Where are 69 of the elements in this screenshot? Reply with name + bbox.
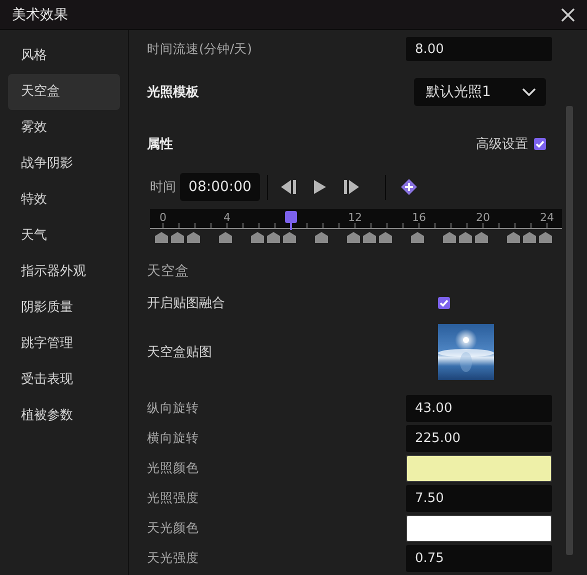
color-swatch[interactable] <box>406 515 552 542</box>
keyframe-marker[interactable] <box>219 232 232 243</box>
keyframe-marker[interactable] <box>523 232 536 243</box>
color-swatch[interactable] <box>406 455 552 482</box>
checkbox[interactable] <box>438 297 450 309</box>
keyframe-marker[interactable] <box>315 232 328 243</box>
sidebar-item[interactable]: 战争阴影 <box>8 146 120 182</box>
chevron-down-icon <box>522 88 536 96</box>
scrollbar[interactable] <box>566 106 573 555</box>
keyframe-marker[interactable] <box>459 232 472 243</box>
sidebar-item[interactable]: 植被参数 <box>8 398 120 434</box>
section-label: 天空盒 <box>147 262 189 280</box>
checkbox-label: 高级设置 <box>476 136 528 153</box>
previous-frame-icon[interactable] <box>280 180 296 194</box>
add-keyframe-icon[interactable] <box>401 179 417 195</box>
checkbox-label: 开启贴图融合 <box>147 295 225 312</box>
sidebar-item[interactable]: 跳字管理 <box>8 326 120 362</box>
field-label: 纵向旋转 <box>147 400 199 417</box>
keyframe-marker[interactable] <box>507 232 520 243</box>
field-label: 光照强度 <box>147 490 199 507</box>
tick-label: 24 <box>540 212 554 224</box>
sidebar-item[interactable]: 受击表现 <box>8 362 120 398</box>
field-label: 天光强度 <box>147 550 199 567</box>
keyframe-marker[interactable] <box>379 232 392 243</box>
field-label: 光照颜色 <box>147 460 199 477</box>
keyframe-marker[interactable] <box>411 232 424 243</box>
next-frame-icon[interactable] <box>344 180 360 194</box>
field-label: 横向旋转 <box>147 430 199 447</box>
input-field[interactable]: 0.75 <box>406 545 552 572</box>
playhead-handle[interactable] <box>284 211 297 230</box>
template-dropdown[interactable]: 默认光照1 <box>414 78 546 106</box>
time-field[interactable]: 08:00:00 <box>180 173 260 201</box>
input-field[interactable]: 7.50 <box>406 485 552 512</box>
tick-label: 20 <box>476 212 490 224</box>
section-label: 属性 <box>147 136 173 153</box>
close-icon[interactable] <box>561 8 575 22</box>
tick-label: 4 <box>224 212 230 224</box>
input-field[interactable]: 8.00 <box>406 37 552 61</box>
keyframe-marker[interactable] <box>443 232 456 243</box>
field-label: 天光颜色 <box>147 520 199 537</box>
window-title: 美术效果 <box>12 6 68 24</box>
sidebar-item[interactable]: 阴影质量 <box>8 290 120 326</box>
keyframe-marker[interactable] <box>475 232 488 243</box>
sidebar-item[interactable]: 指示器外观 <box>8 254 120 290</box>
checkbox[interactable] <box>534 138 546 150</box>
keyframe-marker[interactable] <box>155 232 168 243</box>
keyframe-marker[interactable] <box>283 232 296 243</box>
play-icon[interactable] <box>314 180 326 194</box>
input-field[interactable]: 225.00 <box>406 425 552 452</box>
tick-label: 12 <box>348 212 362 224</box>
sidebar-item[interactable]: 风格 <box>8 38 120 74</box>
sidebar-item[interactable]: 雾效 <box>8 110 120 146</box>
keyframe-marker[interactable] <box>251 232 264 243</box>
field-label: 时间流速(分钟/天) <box>147 40 252 58</box>
keyframe-marker[interactable] <box>187 232 200 243</box>
keyframe-marker[interactable] <box>539 232 552 243</box>
input-field[interactable]: 43.00 <box>406 395 552 422</box>
section-label: 光照模板 <box>147 84 199 101</box>
field-label: 时间 <box>150 179 177 196</box>
tick-label: 0 <box>160 212 166 224</box>
keyframe-marker[interactable] <box>347 232 360 243</box>
sidebar-item[interactable]: 特效 <box>8 182 120 218</box>
tick-label: 16 <box>412 212 426 224</box>
sidebar-item[interactable]: 天气 <box>8 218 120 254</box>
keyframe-marker[interactable] <box>267 232 280 243</box>
field-label: 天空盒贴图 <box>147 344 212 361</box>
sidebar-item[interactable]: 天空盒 <box>8 74 120 110</box>
keyframe-marker[interactable] <box>171 232 184 243</box>
keyframe-marker[interactable] <box>363 232 376 243</box>
